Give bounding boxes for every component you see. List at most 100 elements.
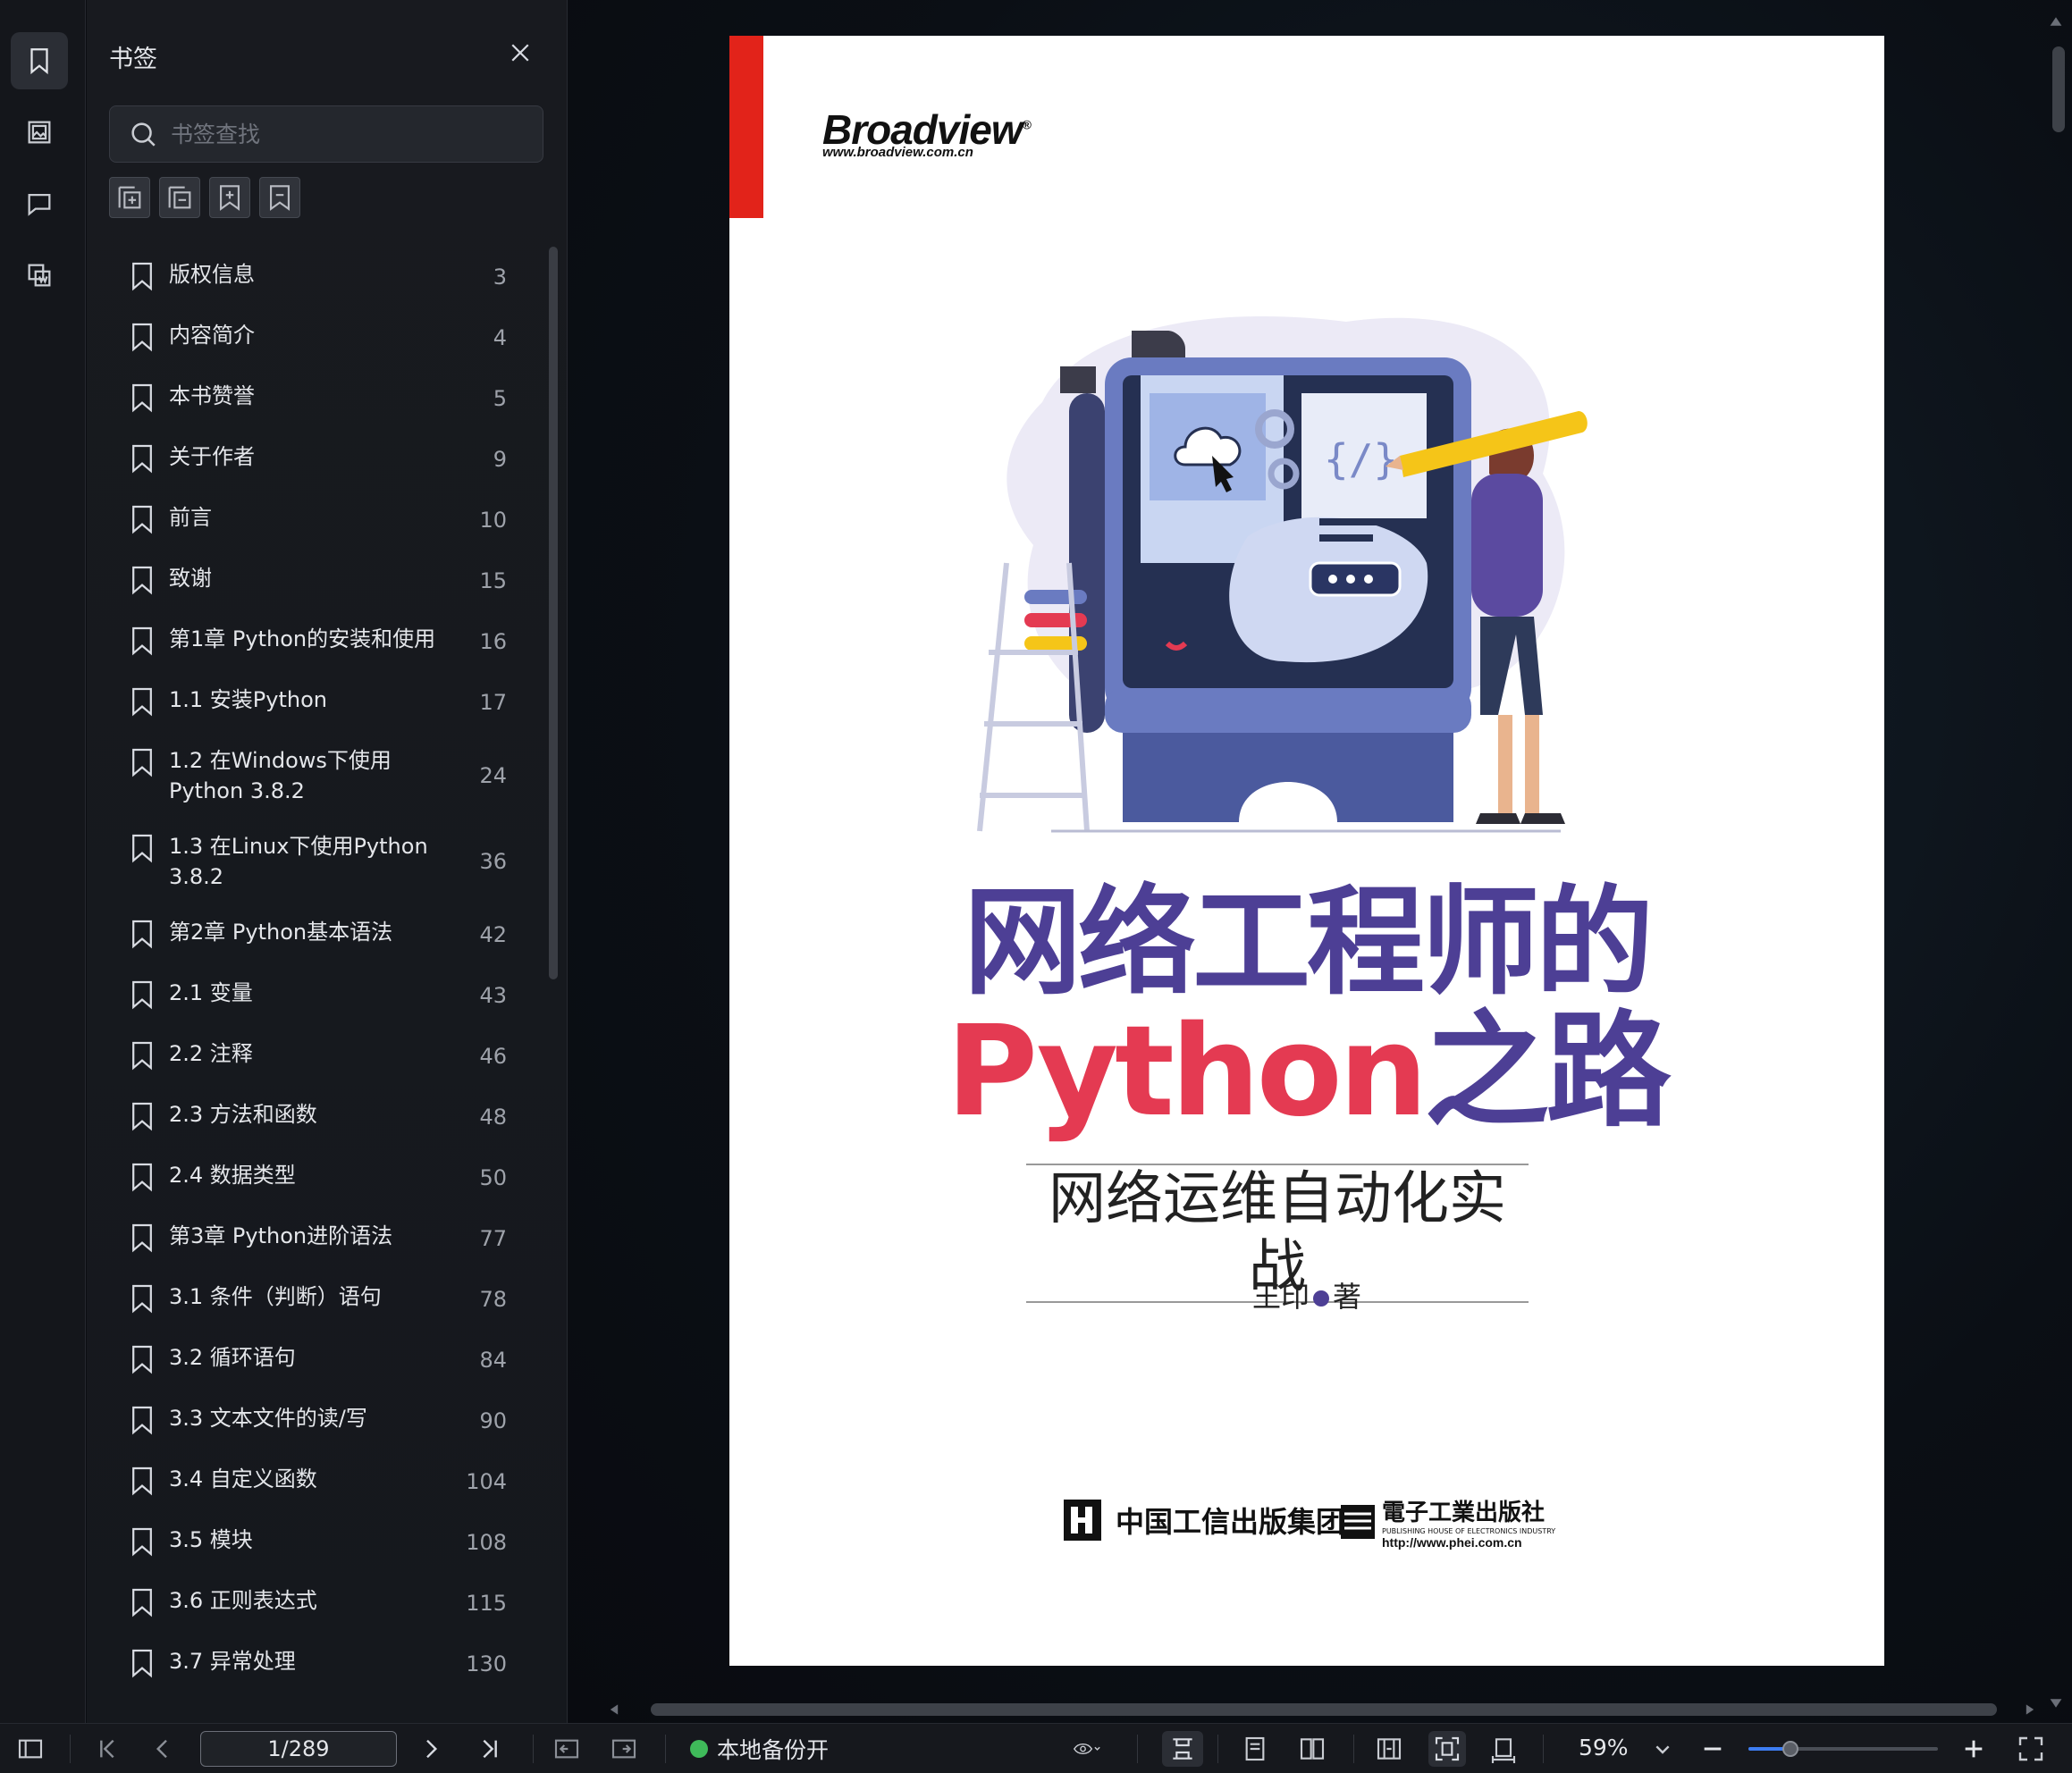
bookmark-rail-button[interactable] <box>11 32 68 89</box>
collapse-all-button[interactable] <box>159 177 200 218</box>
bookmark-label: 2.1 变量 <box>169 980 253 1005</box>
bookmark-item[interactable]: 3.1 条件（判断）语句 78 <box>87 1269 543 1330</box>
expand-all-button[interactable] <box>109 177 150 218</box>
bookmark-item[interactable]: 1.3 在Linux下使用Python 3.8.2 36 <box>87 819 543 904</box>
bookmark-page-number: 104 <box>466 1469 507 1494</box>
expand-all-icon <box>118 186 141 209</box>
bookmark-item[interactable]: 第2章 Python基本语法 42 <box>87 904 543 965</box>
bookmark-item[interactable]: 1.2 在Windows下使用Python 3.8.2 24 <box>87 733 543 819</box>
collapse-all-icon <box>168 186 191 209</box>
last-page-icon <box>483 1739 497 1759</box>
back-button[interactable] <box>551 1733 583 1765</box>
bookmark-item[interactable]: 3.7 异常处理 130 <box>87 1634 543 1694</box>
bookmark-item[interactable]: 第3章 Python进阶语法 77 <box>87 1208 543 1269</box>
extract-rail-button[interactable] <box>11 247 68 304</box>
bookmark-item[interactable]: 第1章 Python的安装和使用 16 <box>87 611 543 672</box>
bookmark-page-number: 24 <box>479 763 507 788</box>
scroll-left-icon[interactable] <box>608 1703 620 1716</box>
fit-width-button[interactable] <box>1373 1733 1405 1765</box>
image-icon <box>28 121 51 144</box>
bookmark-icon <box>132 1163 152 1192</box>
add-bookmark-button[interactable] <box>209 177 250 218</box>
close-icon[interactable] <box>507 39 534 66</box>
bookmark-icon <box>132 748 152 777</box>
first-page-button[interactable] <box>91 1733 123 1765</box>
actual-size-button[interactable] <box>1487 1733 1520 1765</box>
bookmark-list: 版权信息 3 内容简介 4 本书赞誉 5 关于作者 9 前言 10 致谢 15 第1章 Python的安… <box>87 247 543 1694</box>
first-page-icon <box>100 1739 114 1759</box>
phei-name-en: PUBLISHING HOUSE OF ELECTRONICS INDUSTRY <box>1382 1527 1556 1535</box>
bookmark-item[interactable]: 2.1 变量 43 <box>87 965 543 1026</box>
scroll-up-icon[interactable] <box>2049 14 2063 29</box>
bookmark-search-input[interactable] <box>171 121 510 147</box>
bookmark-page-number: 17 <box>479 690 507 715</box>
actual-size-icon <box>1491 1738 1516 1763</box>
fit-page-button[interactable] <box>1428 1731 1466 1767</box>
bookmark-item[interactable]: 3.3 文本文件的读/写 90 <box>87 1391 543 1451</box>
fit-width-icon <box>1377 1738 1402 1760</box>
annotation-rail-button[interactable] <box>11 175 68 232</box>
bookmark-page-number: 130 <box>466 1651 507 1676</box>
scroll-right-icon[interactable] <box>2024 1703 2036 1716</box>
bookmark-page-number: 4 <box>493 325 507 350</box>
bookmark-label: 1.1 安装Python <box>169 687 327 712</box>
sidebar-toggle-icon <box>18 1739 43 1759</box>
single-page-button[interactable] <box>1239 1733 1271 1765</box>
bookmark-icon <box>132 262 152 291</box>
bookmark-item[interactable]: 内容简介 4 <box>87 307 543 368</box>
zoom-level[interactable]: 59% <box>1579 1735 1629 1760</box>
bookmark-item[interactable]: 3.5 模块 108 <box>87 1512 543 1573</box>
vertical-scrollbar[interactable] <box>2052 46 2065 132</box>
local-backup-status[interactable]: 本地备份开 <box>690 1733 829 1765</box>
continuous-scroll-icon <box>1173 1738 1192 1760</box>
remove-bookmark-button[interactable] <box>259 177 300 218</box>
zoom-dropdown[interactable] <box>1647 1733 1679 1765</box>
bookmark-label: 本书赞誉 <box>169 383 255 408</box>
bookmark-item[interactable]: 2.3 方法和函数 48 <box>87 1087 543 1147</box>
view-mode-dropdown[interactable] <box>1060 1733 1114 1765</box>
zoom-slider-handle[interactable] <box>1781 1741 1798 1757</box>
next-page-button[interactable] <box>415 1733 447 1765</box>
bookmark-page-number: 46 <box>479 1044 507 1069</box>
fullscreen-button[interactable] <box>2015 1733 2047 1765</box>
zoom-slider[interactable] <box>1748 1741 1938 1757</box>
bookmark-icon <box>132 323 152 352</box>
panel-scrollbar[interactable] <box>549 247 558 979</box>
fit-page-icon <box>1435 1736 1460 1761</box>
bookmark-item[interactable]: 3.6 正则表达式 115 <box>87 1573 543 1634</box>
previous-page-button[interactable] <box>147 1733 179 1765</box>
bookmark-icon <box>132 626 152 656</box>
bookmark-item[interactable]: 3.4 自定义函数 104 <box>87 1451 543 1512</box>
bookmark-item[interactable]: 3.2 循环语句 84 <box>87 1330 543 1391</box>
bookmark-item[interactable]: 1.1 安装Python 17 <box>87 672 543 733</box>
document-viewer[interactable]: Broadview® www.broadview.com.cn {/} 网络工程… <box>569 0 2072 1723</box>
bookmark-item[interactable]: 版权信息 3 <box>87 247 543 307</box>
bookmark-item[interactable]: 2.4 数据类型 50 <box>87 1147 543 1208</box>
bookmark-label: 第2章 Python基本语法 <box>169 920 393 945</box>
zoom-out-button[interactable] <box>1697 1733 1729 1765</box>
scroll-down-icon[interactable] <box>2049 1696 2063 1710</box>
toggle-sidebar-button[interactable] <box>14 1733 46 1765</box>
minus-icon <box>1704 1747 1722 1751</box>
thumbnail-rail-button[interactable] <box>11 104 68 161</box>
bookmark-item[interactable]: 2.2 注释 46 <box>87 1026 543 1087</box>
last-page-button[interactable] <box>474 1733 506 1765</box>
bookmark-page-number: 48 <box>479 1105 507 1130</box>
bookmark-item[interactable]: 关于作者 9 <box>87 429 543 490</box>
bookmark-item[interactable]: 前言 10 <box>87 490 543 550</box>
chevron-down-icon <box>1655 1745 1670 1754</box>
bookmark-item[interactable]: 本书赞誉 5 <box>87 368 543 429</box>
forward-button[interactable] <box>608 1733 640 1765</box>
cover-title-python: Python <box>946 999 1428 1145</box>
continuous-scroll-button[interactable] <box>1162 1731 1203 1767</box>
bookmark-icon <box>132 383 152 413</box>
document-page: Broadview® www.broadview.com.cn {/} 网络工程… <box>729 36 1884 1666</box>
bookmark-page-number: 15 <box>479 568 507 593</box>
bookmark-icon <box>132 1284 152 1314</box>
bookmark-item[interactable]: 致谢 15 <box>87 550 543 611</box>
zoom-in-button[interactable] <box>1958 1733 1990 1765</box>
double-page-button[interactable] <box>1296 1733 1328 1765</box>
bookmark-icon <box>132 566 152 595</box>
horizontal-scrollbar[interactable] <box>651 1703 1997 1716</box>
page-number-input[interactable]: 1/289 <box>200 1731 397 1767</box>
